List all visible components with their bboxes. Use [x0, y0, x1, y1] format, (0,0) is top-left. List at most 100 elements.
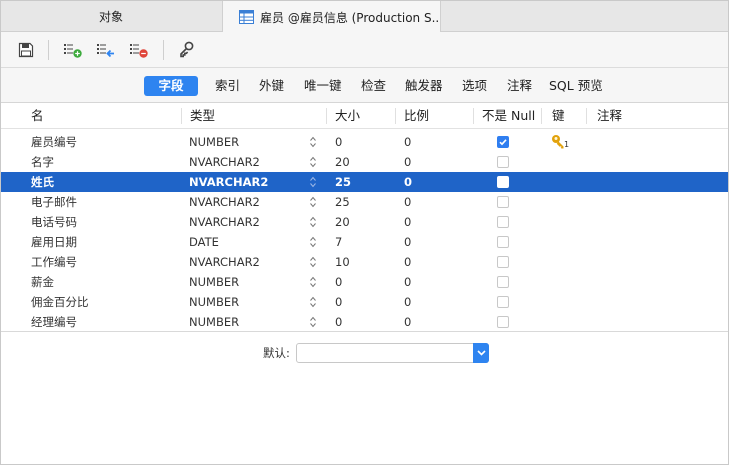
- field-size-cell[interactable]: 0: [335, 272, 342, 292]
- default-dropdown-button[interactable]: [473, 343, 489, 363]
- field-name-cell[interactable]: 姓氏: [31, 172, 54, 192]
- field-name-cell[interactable]: 名字: [31, 152, 54, 172]
- field-name-cell[interactable]: 雇用日期: [31, 232, 77, 252]
- field-name-cell[interactable]: 工作编号: [31, 252, 77, 272]
- field-scale-cell[interactable]: 0: [404, 152, 411, 172]
- delete-field-button[interactable]: [129, 40, 149, 60]
- save-button[interactable]: [16, 40, 36, 60]
- subtab-triggers[interactable]: 触发器: [405, 76, 443, 96]
- field-scale-cell[interactable]: 0: [404, 252, 411, 272]
- field-size-cell[interactable]: 25: [335, 192, 350, 212]
- not-null-checkbox[interactable]: [497, 276, 509, 288]
- type-stepper-icon[interactable]: [310, 176, 316, 188]
- field-type-cell[interactable]: NVARCHAR2: [189, 192, 260, 212]
- field-scale-cell[interactable]: 0: [404, 232, 411, 252]
- field-type-cell[interactable]: NUMBER: [189, 312, 239, 332]
- subtab-foreign-keys[interactable]: 外键: [259, 76, 284, 96]
- type-stepper-icon[interactable]: [310, 216, 316, 228]
- field-name-cell[interactable]: 佣金百分比: [31, 292, 89, 312]
- field-name-cell[interactable]: 电话号码: [31, 212, 77, 232]
- not-null-checkbox[interactable]: [497, 296, 509, 308]
- column-header-size[interactable]: 大小: [335, 103, 360, 129]
- not-null-checkbox[interactable]: [497, 196, 509, 208]
- type-stepper-icon[interactable]: [310, 256, 316, 268]
- column-header-comment[interactable]: 注释: [597, 103, 622, 129]
- subtab-comment[interactable]: 注释: [507, 76, 532, 96]
- primary-key-button[interactable]: [177, 40, 197, 60]
- type-stepper-icon[interactable]: [310, 136, 316, 148]
- field-name-cell[interactable]: 经理编号: [31, 312, 77, 332]
- field-type-cell[interactable]: NVARCHAR2: [189, 152, 260, 172]
- subtab-checks[interactable]: 检查: [361, 76, 386, 96]
- table-row[interactable]: 雇员编号 NUMBER 0 0 1: [1, 132, 728, 152]
- field-size-cell[interactable]: 7: [335, 232, 342, 252]
- field-type-cell[interactable]: DATE: [189, 232, 219, 252]
- subtab-sql-preview[interactable]: SQL 预览: [549, 76, 603, 96]
- field-name-cell[interactable]: 薪金: [31, 272, 54, 292]
- field-type-cell[interactable]: NVARCHAR2: [189, 252, 260, 272]
- field-size-cell[interactable]: 25: [335, 172, 351, 192]
- field-name-cell[interactable]: 电子邮件: [31, 192, 77, 212]
- type-stepper-icon[interactable]: [310, 196, 316, 208]
- key-index-label: 1: [564, 140, 570, 149]
- not-null-checkbox[interactable]: [497, 216, 509, 228]
- default-value-combobox[interactable]: [296, 343, 489, 363]
- field-scale-cell[interactable]: 0: [404, 312, 411, 332]
- type-stepper-icon[interactable]: [310, 316, 316, 328]
- field-type-cell[interactable]: NUMBER: [189, 132, 239, 152]
- type-stepper-icon[interactable]: [310, 236, 316, 248]
- type-stepper-icon[interactable]: [310, 276, 316, 288]
- key-icon: [552, 135, 564, 149]
- field-type-cell[interactable]: NUMBER: [189, 292, 239, 312]
- table-row[interactable]: 经理编号 NUMBER 0 0: [1, 312, 728, 332]
- field-size-cell[interactable]: 0: [335, 312, 342, 332]
- field-size-cell[interactable]: 20: [335, 212, 350, 232]
- column-header-scale[interactable]: 比例: [404, 103, 429, 129]
- table-row[interactable]: 电话号码 NVARCHAR2 20 0: [1, 212, 728, 232]
- tab-table-design[interactable]: 雇员 @雇员信息 (Production S...: [222, 1, 441, 33]
- table-row[interactable]: 姓氏 NVARCHAR2 25 0: [1, 172, 728, 192]
- field-type-cell[interactable]: NUMBER: [189, 272, 239, 292]
- table-row[interactable]: 雇用日期 DATE 7 0: [1, 232, 728, 252]
- field-type-cell[interactable]: NVARCHAR2: [189, 212, 260, 232]
- field-scale-cell[interactable]: 0: [404, 272, 411, 292]
- insert-field-button[interactable]: [96, 40, 116, 60]
- field-scale-cell[interactable]: 0: [404, 192, 411, 212]
- type-stepper-icon[interactable]: [310, 296, 316, 308]
- field-size-cell[interactable]: 0: [335, 292, 342, 312]
- type-stepper-icon[interactable]: [310, 156, 316, 168]
- column-divider: [326, 108, 327, 124]
- field-size-cell[interactable]: 0: [335, 132, 342, 152]
- field-size-cell[interactable]: 20: [335, 152, 350, 172]
- table-row[interactable]: 电子邮件 NVARCHAR2 25 0: [1, 192, 728, 212]
- field-size-cell[interactable]: 10: [335, 252, 350, 272]
- field-scale-cell[interactable]: 0: [404, 172, 412, 192]
- not-null-checkbox[interactable]: [497, 136, 509, 148]
- not-null-checkbox[interactable]: [497, 316, 509, 328]
- subtab-options[interactable]: 选项: [462, 76, 487, 96]
- subtab-fields[interactable]: 字段: [144, 76, 198, 96]
- not-null-checkbox[interactable]: [497, 156, 509, 168]
- field-type-cell[interactable]: NVARCHAR2: [189, 172, 268, 192]
- field-scale-cell[interactable]: 0: [404, 132, 411, 152]
- add-field-button[interactable]: [63, 40, 83, 60]
- column-header-name[interactable]: 名: [31, 103, 44, 129]
- not-null-checkbox[interactable]: [497, 176, 509, 188]
- not-null-checkbox[interactable]: [497, 256, 509, 268]
- not-null-checkbox[interactable]: [497, 236, 509, 248]
- default-label: 默认:: [263, 346, 290, 360]
- column-header-not-null[interactable]: 不是 Null: [482, 103, 535, 129]
- column-header-key[interactable]: 键: [552, 103, 565, 129]
- field-scale-cell[interactable]: 0: [404, 212, 411, 232]
- table-row[interactable]: 佣金百分比 NUMBER 0 0: [1, 292, 728, 312]
- field-scale-cell[interactable]: 0: [404, 292, 411, 312]
- delete-field-icon: [130, 44, 148, 58]
- table-row[interactable]: 薪金 NUMBER 0 0: [1, 272, 728, 292]
- table-row[interactable]: 工作编号 NVARCHAR2 10 0: [1, 252, 728, 272]
- subtab-indexes[interactable]: 索引: [215, 76, 240, 96]
- table-row[interactable]: 名字 NVARCHAR2 20 0: [1, 152, 728, 172]
- subtab-unique-keys[interactable]: 唯一键: [304, 76, 342, 96]
- column-header-type[interactable]: 类型: [190, 103, 215, 129]
- tab-objects[interactable]: 对象: [1, 1, 221, 32]
- field-name-cell[interactable]: 雇员编号: [31, 132, 77, 152]
